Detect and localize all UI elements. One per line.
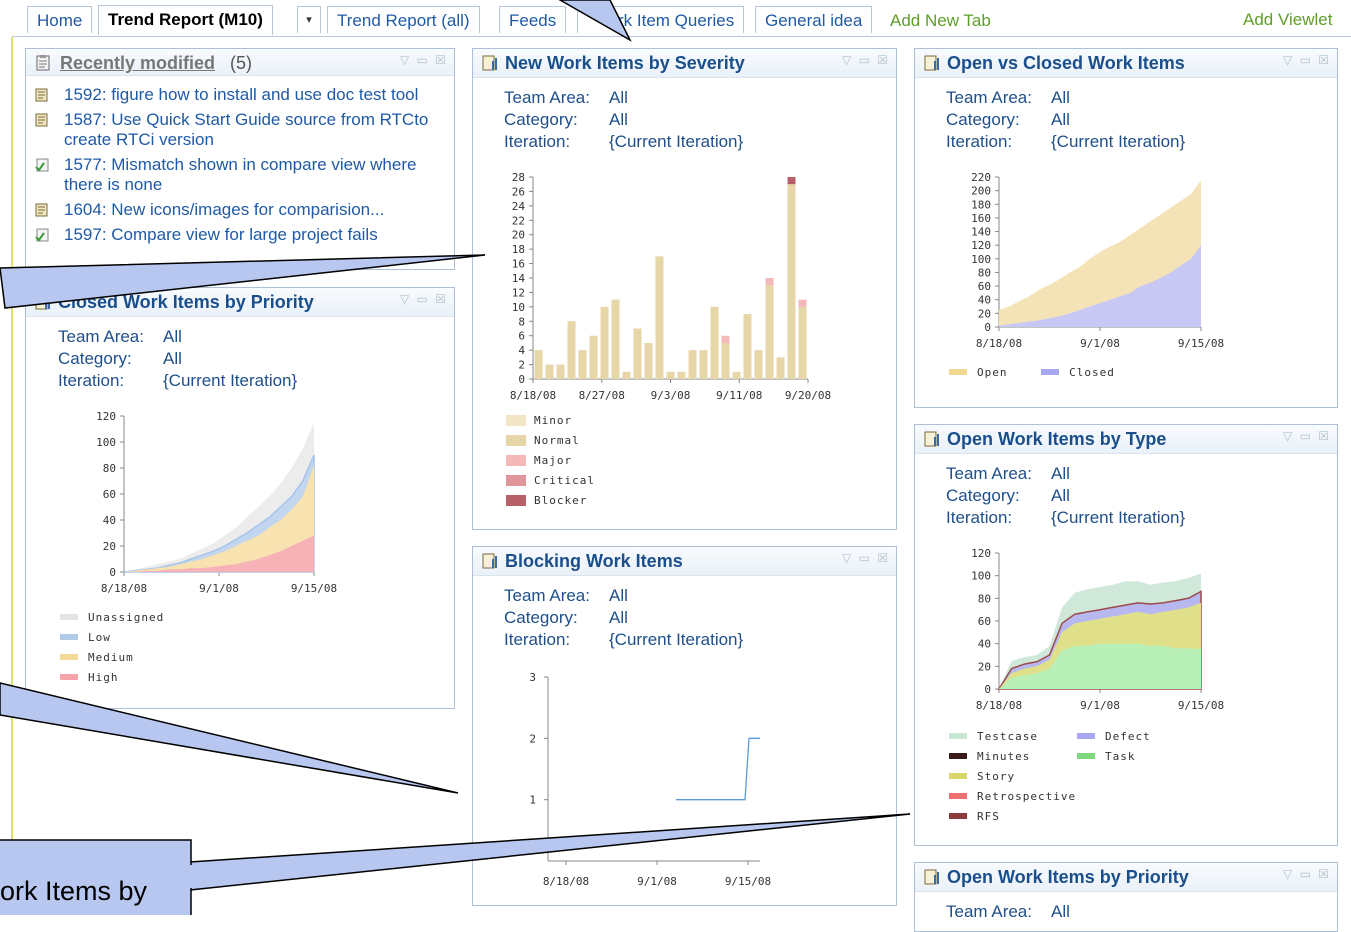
callout-text: ork Items by [0,876,148,906]
callout-pointer-2 [0,682,459,794]
callout-pointer-4 [189,813,911,891]
callout-pointer-1 [0,254,486,309]
callout-pointer-3 [558,0,632,42]
callout-overlay [0,0,911,915]
callout-join [186,865,194,888]
